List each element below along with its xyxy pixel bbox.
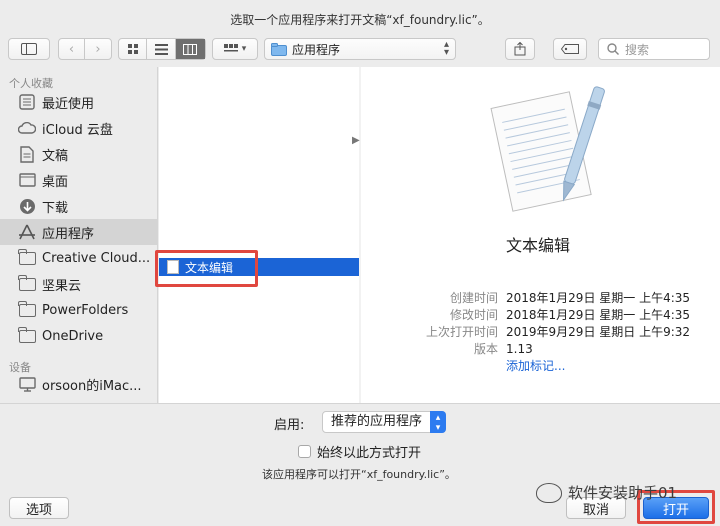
sidebar-item-label: OneDrive [42, 328, 104, 344]
sidebar-item-desktop[interactable]: 桌面 [0, 167, 157, 193]
updown-icon: ▴ ▾ [443, 39, 449, 58]
sidebar-toggle-button[interactable] [8, 38, 50, 60]
sidebar-item-label: orsoon的iMac... [42, 378, 142, 394]
add-tags-link[interactable]: 添加标记... [506, 358, 565, 375]
chevron-down-icon: ▾ [241, 44, 247, 54]
recents-icon [18, 93, 36, 111]
always-open-checkbox[interactable] [298, 445, 311, 458]
location-label: 应用程序 [292, 42, 341, 57]
preview-app-name: 文本编辑 [506, 236, 571, 255]
options-button[interactable]: 选项 [9, 497, 69, 519]
nav-buttons: ‹ › [58, 38, 112, 60]
updown-icon: ▴ ▾ [430, 411, 446, 433]
sidebar-item-label: PowerFolders [42, 302, 129, 318]
grid-icon [127, 44, 138, 54]
location-select[interactable]: 应用程序 ▴ ▾ [264, 38, 456, 60]
info-key: 创建时间 [449, 291, 498, 305]
sidebar-item-recents[interactable]: 最近使用 [0, 89, 157, 115]
info-value: 1.13 [506, 342, 533, 356]
icloud-icon [18, 119, 36, 137]
toolbar: ‹ › ▾ 应用程序 ▴ ▾ 搜索 [0, 34, 720, 66]
sidebar-item-creative-cloud[interactable]: Creative Cloud... [0, 245, 157, 271]
forward-button[interactable]: › [85, 39, 111, 59]
sidebar-item-applications[interactable]: 应用程序 [0, 219, 157, 245]
search-field[interactable]: 搜索 [598, 38, 710, 60]
back-button[interactable]: ‹ [59, 39, 86, 59]
always-open-option[interactable]: 始终以此方式打开 [298, 442, 421, 461]
share-icon [514, 42, 526, 56]
always-open-label: 始终以此方式打开 [317, 446, 422, 461]
downloads-icon [18, 197, 36, 215]
sidebar-item-powerfolders[interactable]: PowerFolders [0, 297, 157, 323]
dialog-title: 选取一个应用程序来打开文稿“xf_foundry.lic”。 [0, 0, 720, 34]
info-row-tags: 添加标记... [400, 358, 690, 375]
sidebar-item-downloads[interactable]: 下载 [0, 193, 157, 219]
enable-select[interactable]: 推荐的应用程序 ▴ ▾ [322, 411, 446, 433]
sidebar-icon [21, 43, 37, 55]
applications-icon [18, 223, 36, 241]
list-icon [154, 43, 168, 55]
info-value: 2018年1月29日 星期一 上午4:35 [506, 308, 691, 322]
enable-select-value: 推荐的应用程序 [331, 414, 423, 429]
sidebar-item-label: 最近使用 [42, 96, 95, 112]
folder-icon [17, 326, 36, 345]
sidebar-item-icloud[interactable]: iCloud 云盘 [0, 115, 157, 141]
columns-icon [183, 43, 198, 55]
chevron-right-icon: › [95, 41, 101, 57]
disclosure-arrow-icon: ▶ [352, 135, 360, 146]
folder-icon [17, 248, 36, 267]
arrange-button[interactable]: ▾ [212, 38, 258, 60]
wechat-logo-icon [536, 482, 562, 503]
sidebar-item-label: 文稿 [42, 148, 69, 164]
info-key: 修改时间 [449, 308, 498, 322]
info-row-modified: 修改时间 2018年1月29日 星期一 上午4:35 [400, 307, 690, 324]
info-key: 上次打开时间 [425, 325, 498, 339]
file-column: 文本编辑 [159, 67, 359, 403]
chevron-left-icon: ‹ [68, 41, 75, 57]
sidebar-item-documents[interactable]: 文稿 [0, 141, 157, 167]
sidebar-item-label: 应用程序 [42, 226, 95, 242]
folder-icon [17, 274, 36, 293]
column-view-button[interactable] [175, 39, 205, 59]
tag-button[interactable] [553, 38, 587, 60]
sidebar-item-label: 下载 [42, 200, 69, 216]
list-view-button[interactable] [147, 39, 176, 59]
info-key: 版本 [473, 342, 498, 356]
folder-icon [17, 300, 36, 319]
desktop-icon [18, 171, 36, 189]
sidebar-item-imac[interactable]: orsoon的iMac... [0, 371, 157, 397]
watermark: 软件安装助手01 [536, 482, 677, 503]
sidebar-item-label: 坚果云 [42, 278, 82, 294]
view-mode-buttons [118, 38, 206, 60]
sidebar-item-onedrive[interactable]: OneDrive [0, 323, 157, 349]
favorites-header: 个人收藏 [9, 77, 53, 90]
search-placeholder: 搜索 [625, 42, 650, 57]
share-button[interactable] [505, 38, 535, 60]
imac-icon [18, 375, 36, 393]
documents-icon [18, 145, 36, 163]
applications-folder-icon [271, 42, 287, 56]
annotation-highlight-textedit [155, 250, 258, 287]
textedit-large-icon [490, 86, 605, 212]
watermark-text: 软件安装助手01 [568, 484, 678, 502]
sidebar-item-label: 桌面 [42, 174, 69, 190]
tag-icon [561, 44, 579, 54]
sidebar-item-label: iCloud 云盘 [42, 122, 113, 138]
info-row-created: 创建时间 2018年1月29日 星期一 上午4:35 [400, 290, 690, 307]
search-icon [607, 43, 619, 55]
enable-label: 启用: [274, 418, 305, 433]
sidebar-item-label: Creative Cloud... [42, 250, 151, 266]
devices-header: 设备 [9, 361, 31, 374]
info-value: 2018年1月29日 星期一 上午4:35 [506, 291, 691, 305]
info-value: 2019年9月29日 星期日 上午9:32 [506, 325, 691, 339]
sidebar-item-jianguoyun[interactable]: 坚果云 [0, 271, 157, 297]
sidebar: 个人收藏 最近使用 iCloud 云盘 文稿 桌面 下载 应用程序 Creati… [0, 67, 158, 403]
info-table: 创建时间 2018年1月29日 星期一 上午4:35 修改时间 2018年1月29日… [400, 290, 690, 375]
info-row-last-opened: 上次打开时间 2019年9月29日 星期日 上午9:32 [400, 324, 690, 341]
icon-view-button[interactable] [119, 39, 148, 59]
arrange-icon [223, 44, 238, 52]
compatibility-note: 该应用程序可以打开“xf_foundry.lic”。 [262, 468, 456, 481]
info-row-version: 版本 1.13 [400, 341, 690, 358]
